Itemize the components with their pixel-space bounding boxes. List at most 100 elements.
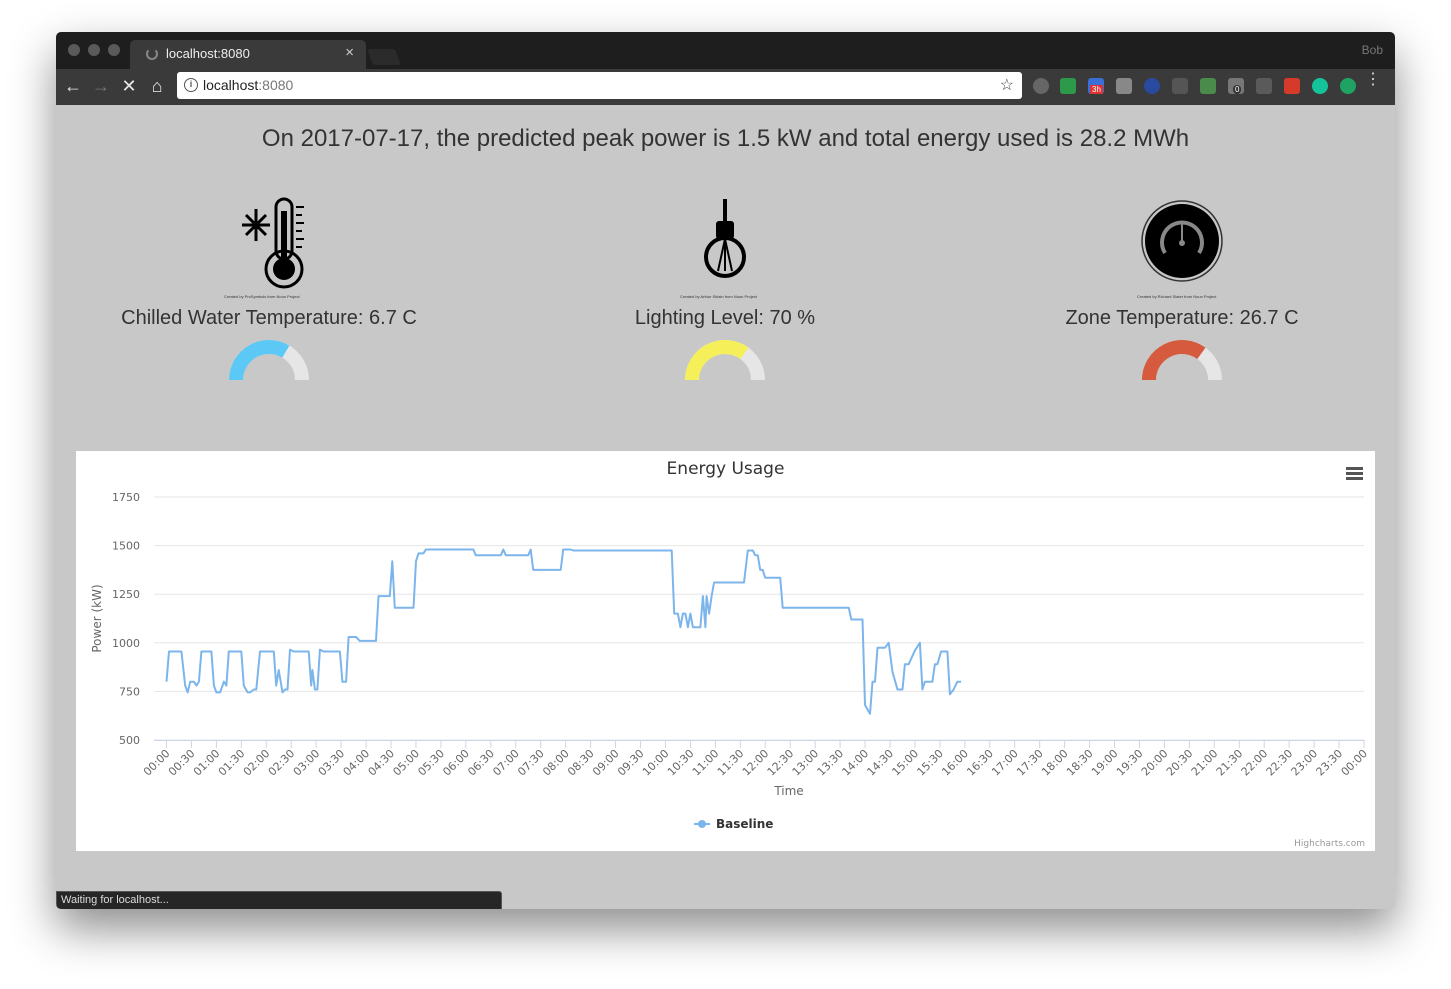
url-host: localhost — [203, 77, 259, 93]
highcharts-credit[interactable]: Highcharts.com — [1294, 839, 1365, 849]
bookmark-star-icon[interactable]: ☆ — [1000, 75, 1014, 95]
cast-extension-icon[interactable] — [1172, 78, 1188, 94]
zone-temperature-gauge — [1142, 340, 1222, 381]
gauge-dial-icon: Created by Richard Slater from Noun Proj… — [1137, 197, 1227, 301]
new-tab-button[interactable] — [367, 49, 401, 65]
y-tick-label: 1500 — [112, 540, 140, 553]
tab-strip: localhost:8080 × Bob — [56, 32, 1395, 69]
lighting-metric: Created by Arthur Shlain from Noun Proje… — [525, 197, 925, 382]
browser-menu-icon[interactable]: ⋮ — [1365, 72, 1381, 88]
page-headline: On 2017-07-17, the predicted peak power … — [261, 125, 1190, 152]
browser-toolbar: ← → ✕ ⌂ i localhost:8080 ☆ 3h 0 ⋮ — [56, 69, 1395, 105]
chilled-water-metric: Created by ProSymbols from Noun Project … — [69, 197, 469, 382]
address-bar[interactable]: i localhost:8080 ☆ — [177, 72, 1022, 99]
calculator-extension-icon[interactable] — [1116, 78, 1132, 94]
x-tick-label: 04:00 — [341, 747, 373, 779]
tab-close-icon[interactable]: × — [345, 44, 354, 61]
legend-marker[interactable] — [698, 820, 706, 828]
icon-credit: Created by Arthur Shlain from Noun Proje… — [680, 294, 757, 299]
home-icon[interactable]: ⌂ — [146, 75, 168, 97]
x-tick-label: 17:00 — [989, 747, 1021, 779]
url-port: :8080 — [258, 77, 294, 93]
y-tick-label: 1750 — [112, 491, 140, 504]
lighting-label: Lighting Level: 70 % — [634, 307, 816, 329]
x-tick-label: 19:00 — [1089, 747, 1121, 779]
k-extension-icon[interactable] — [1144, 78, 1160, 94]
icon-credit: Created by ProSymbols from Noun Project — [224, 294, 300, 299]
chart-plot: 500750100012501500175000:0000:3001:0001:… — [90, 491, 1371, 849]
x-tick-label: 12:00 — [740, 747, 772, 779]
profile-name[interactable]: Bob — [1362, 43, 1383, 57]
page-content: On 2017-07-17, the predicted peak power … — [56, 105, 1395, 909]
browser-window: localhost:8080 × Bob ← → ✕ ⌂ i localhost… — [56, 32, 1395, 909]
x-tick-label: 13:30 — [815, 747, 847, 779]
forward-arrow-icon[interactable]: → — [90, 75, 112, 97]
x-tick-label: 10:30 — [665, 747, 697, 779]
x-tick-label: 11:30 — [715, 747, 747, 779]
energy-usage-chart: Energy Usage 500 750 1000 1250 1500 1750 00:00… — [76, 451, 1375, 851]
site-info-icon[interactable]: i — [184, 78, 198, 92]
calendar-extension-icon[interactable]: 3h — [1088, 78, 1104, 94]
minimize-window-button[interactable] — [88, 44, 100, 56]
chilled-water-gauge — [229, 340, 309, 381]
x-tick-label: 22:30 — [1264, 747, 1296, 779]
status-bar: Waiting for localhost... — [56, 891, 502, 909]
x-tick-label: 00:30 — [166, 747, 198, 779]
x-tick-label: 05:00 — [390, 747, 422, 779]
tab-title: localhost:8080 — [166, 46, 250, 61]
grammarly-extension-icon[interactable] — [1312, 78, 1328, 94]
y-tick-label: 750 — [119, 685, 140, 698]
x-tick-label: 09:00 — [590, 747, 622, 779]
x-tick-label: 07:30 — [515, 747, 547, 779]
x-tick-label: 16:00 — [939, 747, 971, 779]
x-tick-label: 03:00 — [291, 747, 323, 779]
y-axis-title: Power (kW) — [90, 584, 104, 652]
evernote-extension-icon[interactable] — [1340, 78, 1356, 94]
back-arrow-icon[interactable]: ← — [62, 75, 84, 97]
x-tick-label: 01:30 — [216, 747, 248, 779]
thermometer-snowflake-icon: Created by ProSymbols from Noun Project — [224, 197, 314, 301]
x-tick-label: 08:30 — [565, 747, 597, 779]
x-tick-label: 00:00 — [141, 747, 173, 779]
sheets-extension-icon[interactable] — [1060, 78, 1076, 94]
calendar-badge: 3h — [1090, 85, 1103, 94]
lastpass-extension-icon[interactable] — [1284, 78, 1300, 94]
y-tick-label: 500 — [119, 734, 140, 747]
x-tick-label: 06:30 — [465, 747, 497, 779]
close-window-button[interactable] — [68, 44, 80, 56]
x-tick-label: 03:30 — [316, 747, 348, 779]
privacy-badge: 0 — [1233, 85, 1242, 94]
x-tick-label: 00:00 — [1339, 747, 1371, 779]
gauge-fill — [685, 340, 749, 381]
x-tick-label: 23:30 — [1314, 747, 1346, 779]
x-tick-label: 18:30 — [1064, 747, 1096, 779]
y-tick-label: 1000 — [112, 637, 140, 650]
legend-item-baseline[interactable]: Baseline — [716, 817, 773, 831]
pocket-extension-icon[interactable] — [1033, 78, 1049, 94]
gauge-fill — [229, 340, 290, 381]
x-tick-label: 14:00 — [840, 747, 872, 779]
series-line-baseline[interactable] — [165, 548, 962, 715]
x-tick-label: 23:00 — [1289, 747, 1321, 779]
tab-localhost[interactable]: localhost:8080 × — [130, 40, 366, 69]
recycle-extension-icon[interactable] — [1256, 78, 1272, 94]
x-tick-label: 11:00 — [690, 747, 722, 779]
stop-loading-icon[interactable]: ✕ — [118, 75, 140, 97]
x-tick-label: 02:00 — [241, 747, 273, 779]
x-tick-label: 01:00 — [191, 747, 223, 779]
x-tick-label: 15:00 — [889, 747, 921, 779]
x-axis-title: Time — [773, 784, 803, 798]
light-bulb-icon: Created by Arthur Shlain from Noun Proje… — [680, 197, 770, 301]
zoom-window-button[interactable] — [108, 44, 120, 56]
gauge-fill — [1142, 340, 1206, 381]
icon-credit: Created by Richard Slater from Noun Proj… — [1137, 294, 1217, 299]
address-url: localhost:8080 — [203, 77, 293, 93]
x-tick-label: 02:30 — [266, 747, 298, 779]
x-tick-label: 09:30 — [615, 747, 647, 779]
x-tick-label: 18:00 — [1039, 747, 1071, 779]
zone-temperature-label: Zone Temperature: 26.7 C — [1065, 307, 1299, 329]
privacy-extension-icon[interactable]: 0 — [1228, 78, 1244, 94]
x-tick-label: 08:00 — [540, 747, 572, 779]
feed-extension-icon[interactable] — [1200, 78, 1216, 94]
x-tick-label: 16:30 — [964, 747, 996, 779]
